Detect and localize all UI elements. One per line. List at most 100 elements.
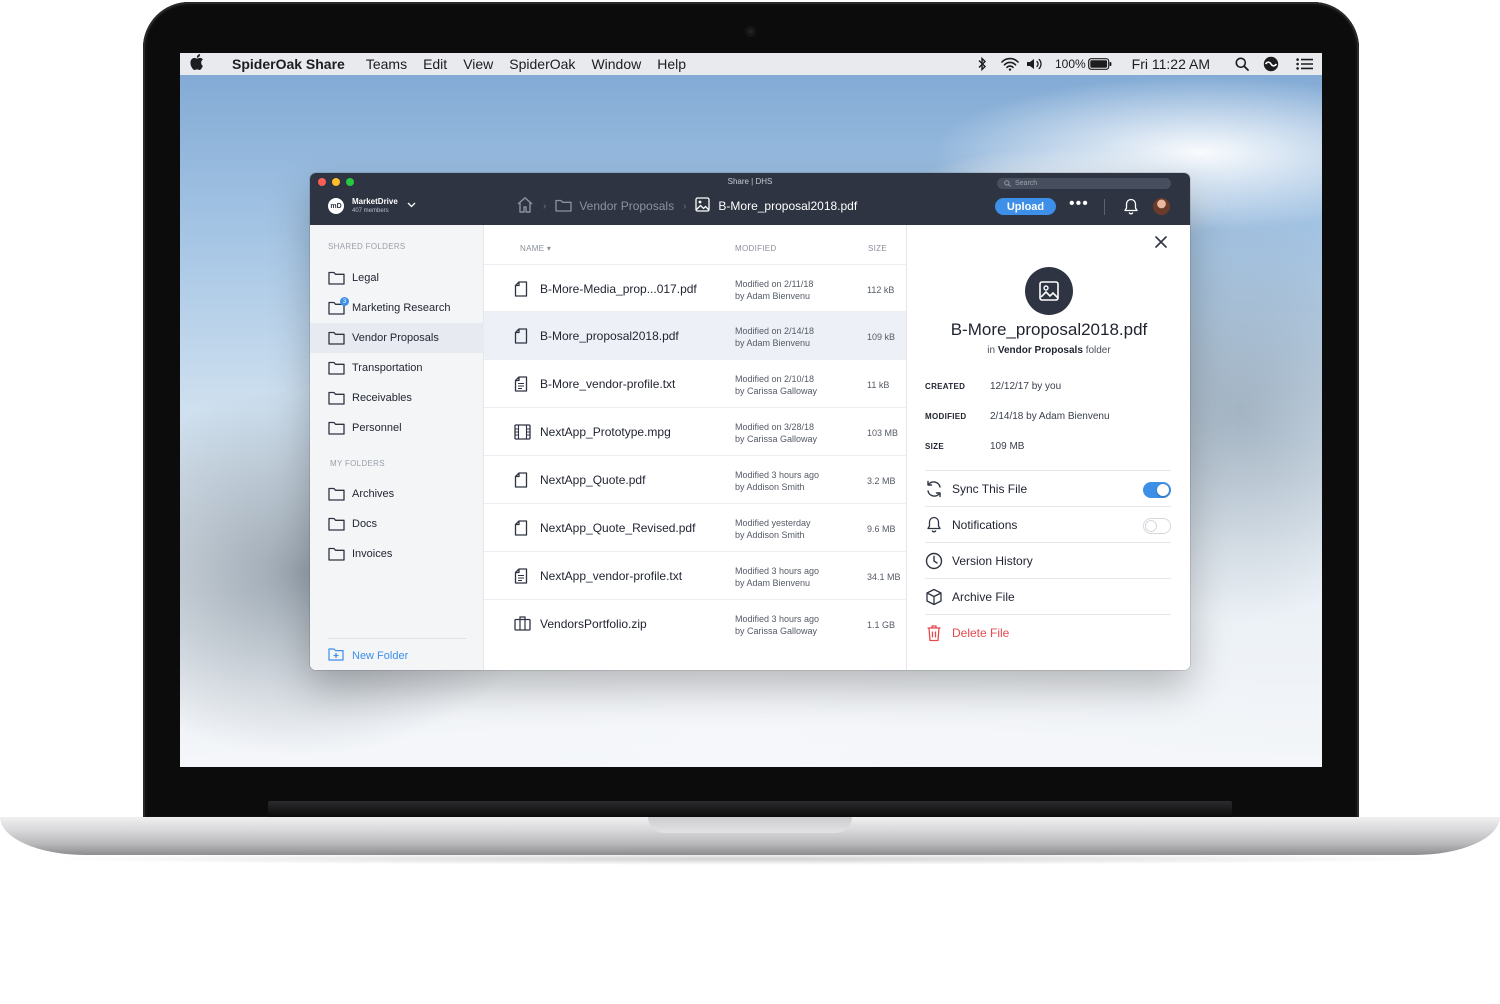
folder-icon [328, 517, 345, 531]
close-icon[interactable] [1155, 235, 1167, 253]
file-name: B-More_proposal2018.pdf [540, 329, 679, 343]
unread-badge: 3 [340, 297, 349, 306]
file-modified-date: Modified on 2/14/18 [735, 326, 815, 336]
file-list: NAME ▾ MODIFIED SIZE B-More-Media_prop..… [484, 225, 906, 670]
file-modified-by: by Carissa Galloway [735, 626, 818, 636]
file-row[interactable]: NextApp_Quote_Revised.pdf Modified yeste… [484, 504, 906, 552]
new-folder-button[interactable]: New Folder [328, 648, 408, 664]
apple-menu-icon[interactable] [180, 54, 214, 74]
sidebar-item-invoices[interactable]: Invoices [310, 539, 484, 569]
sidebar-item-personnel[interactable]: Personnel [310, 413, 484, 443]
upload-button[interactable]: Upload [995, 198, 1056, 215]
menu-view[interactable]: View [463, 56, 493, 72]
file-name: B-More_vendor-profile.txt [540, 377, 676, 391]
folder-icon [328, 361, 345, 375]
app-window: Share | DHS Search mD MarketDrive 407 me… [310, 173, 1190, 670]
file-size: 3.2 MB [867, 476, 896, 486]
file-modified-by: by Addison Smith [735, 530, 805, 540]
notification-center-icon[interactable] [1288, 58, 1322, 70]
file-row[interactable]: B-More_vendor-profile.txt Modified on 2/… [484, 360, 906, 408]
title-bar: Share | DHS Search mD MarketDrive 407 me… [310, 173, 1190, 225]
version-history-row[interactable]: Version History [925, 542, 1171, 578]
sidebar-item-marketing-research[interactable]: 3 Marketing Research [310, 293, 484, 323]
name-column-header[interactable]: NAME ▾ [520, 244, 551, 253]
video-file-icon [514, 424, 531, 445]
image-file-icon [695, 197, 711, 215]
wifi-icon[interactable] [997, 57, 1023, 71]
file-row[interactable]: NextApp_Prototype.mpg Modified on 3/28/1… [484, 408, 906, 456]
file-size: 109 kB [867, 332, 896, 342]
file-size: 11 kB [867, 380, 890, 390]
notifications-row[interactable]: Notifications [925, 506, 1171, 542]
menu-help[interactable]: Help [657, 56, 686, 72]
file-row[interactable]: B-More-Media_prop...017.pdf Modified on … [484, 264, 906, 312]
size-column-header[interactable]: SIZE [868, 244, 887, 253]
file-row[interactable]: VendorsPortfolio.zip Modified 3 hours ag… [484, 600, 906, 648]
breadcrumb: › Vendor Proposals › B-More_proposal2018… [516, 196, 857, 216]
toolbar-divider [1104, 199, 1105, 215]
modified-column-header[interactable]: MODIFIED [735, 244, 777, 253]
delete-file-row[interactable]: Delete File [925, 614, 1171, 650]
sidebar-item-receivables[interactable]: Receivables [310, 383, 484, 413]
details-location-folder[interactable]: Vendor Proposals [998, 345, 1083, 356]
spotlight-search-icon[interactable] [1230, 57, 1254, 71]
user-avatar[interactable] [1153, 198, 1170, 215]
laptop-hinge [268, 801, 1232, 817]
archive-file-label: Archive File [952, 589, 1015, 604]
bell-icon [925, 516, 943, 534]
search-placeholder: Search [1015, 180, 1038, 187]
folder-icon [328, 271, 345, 285]
menu-bar: SpiderOak Share Teams Edit View SpiderOa… [180, 53, 1322, 75]
sidebar-item-archives[interactable]: Archives [310, 479, 484, 509]
file-row[interactable]: B-More_proposal2018.pdf Modified on 2/14… [484, 312, 906, 360]
folder-icon [555, 198, 572, 215]
sidebar: SHARED FOLDERS Legal 3 Marketing Researc… [310, 225, 484, 670]
app-menu[interactable]: SpiderOak Share [232, 56, 345, 72]
text-file-icon [514, 568, 528, 589]
delete-file-label: Delete File [952, 625, 1010, 640]
sidebar-item-vendor-proposals[interactable]: Vendor Proposals [310, 323, 484, 353]
sidebar-item-label: Receivables [352, 392, 412, 404]
workspace-logo[interactable]: mD [328, 198, 344, 214]
file-modified-date: Modified 3 hours ago [735, 566, 820, 576]
file-modified-date: Modified yesterday [735, 518, 811, 528]
sidebar-item-docs[interactable]: Docs [310, 509, 484, 539]
siri-icon[interactable] [1254, 56, 1288, 72]
file-size: 112 kB [867, 285, 895, 295]
folder-icon [328, 487, 345, 501]
notifications-bell-icon[interactable] [1123, 198, 1139, 220]
menu-clock[interactable]: Fri 11:22 AM [1132, 56, 1210, 72]
sidebar-item-transportation[interactable]: Transportation [310, 353, 484, 383]
sidebar-item-label: Transportation [352, 362, 423, 374]
file-row[interactable]: NextApp_vendor-profile.txt Modified 3 ho… [484, 552, 906, 600]
sync-file-row[interactable]: Sync This File [925, 470, 1171, 506]
file-modified-date: Modified on 2/10/18 [735, 374, 815, 384]
box-icon [925, 588, 943, 606]
search-input[interactable]: Search [997, 178, 1171, 189]
menu-spideroak[interactable]: SpiderOak [509, 56, 575, 72]
new-folder-label: New Folder [352, 650, 409, 662]
workspace-name[interactable]: MarketDrive [352, 197, 398, 206]
breadcrumb-parent-folder[interactable]: Vendor Proposals [579, 199, 674, 213]
breadcrumb-current-file: B-More_proposal2018.pdf [718, 199, 858, 213]
menu-window[interactable]: Window [591, 56, 641, 72]
file-size: 103 MB [867, 428, 899, 438]
file-row[interactable]: NextApp_Quote.pdf Modified 3 hours ago b… [484, 456, 906, 504]
clock-icon [925, 552, 943, 570]
menu-teams[interactable]: Teams [366, 56, 407, 72]
home-icon[interactable] [516, 196, 534, 216]
details-file-name: B-More_proposal2018.pdf [950, 320, 1148, 339]
sidebar-item-legal[interactable]: Legal [310, 263, 484, 293]
sidebar-divider [328, 638, 466, 639]
more-options-icon[interactable]: ••• [1069, 195, 1089, 213]
battery-icon[interactable] [1086, 58, 1114, 70]
bluetooth-icon[interactable] [967, 57, 997, 71]
notifications-toggle[interactable] [1143, 518, 1171, 534]
sync-toggle[interactable] [1143, 482, 1171, 498]
volume-icon[interactable] [1023, 57, 1047, 71]
chevron-down-icon[interactable] [407, 200, 416, 210]
archive-file-row[interactable]: Archive File [925, 578, 1171, 614]
notifications-label: Notifications [952, 517, 1018, 532]
menu-edit[interactable]: Edit [423, 56, 447, 72]
size-value: 109 MB [990, 441, 1025, 452]
